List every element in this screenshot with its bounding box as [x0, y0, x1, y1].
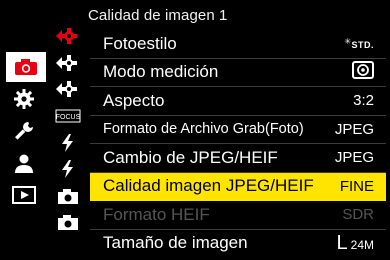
photo-style-standard-icon: ✳STD.: [344, 37, 374, 51]
menu-item-aspecto[interactable]: Aspecto 3:2: [90, 87, 386, 116]
focus-icon: FOCUS: [55, 109, 81, 123]
tab-custom-wrench[interactable]: [6, 116, 42, 146]
tab-setup-gear[interactable]: [6, 84, 42, 114]
menu-item-value: [352, 61, 374, 83]
menu-item-label: Cambio de JPEG/HEIF: [103, 147, 278, 167]
menu-item-fotoestilo[interactable]: Fotoestilo ✳STD.: [90, 30, 386, 59]
subtab-flash-2[interactable]: [53, 156, 83, 183]
menu-item-label: Formato HEIF: [103, 204, 210, 224]
menu-item-label: Tamaño de imagen: [103, 233, 248, 253]
camera-menu-screen: Calidad de imagen 1 FOCUS Fotoestilo ✳ST…: [0, 0, 390, 260]
subtab-quality-2[interactable]: [53, 50, 83, 77]
menu-list: Fotoestilo ✳STD. Modo medición Aspecto 3…: [90, 30, 386, 257]
tab-photo[interactable]: [6, 52, 46, 82]
flash-icon: [62, 133, 73, 152]
camera-icon: [15, 59, 37, 75]
tab-my-menu-person[interactable]: [6, 148, 42, 178]
tab-playback[interactable]: [6, 180, 42, 210]
menu-item-value: SDR: [342, 206, 374, 224]
menu-item-formato-archivo[interactable]: Formato de Archivo Grab(Foto) JPEG: [90, 116, 386, 144]
menu-item-label: Formato de Archivo Grab(Foto): [103, 121, 304, 138]
menu-title: Calidad de imagen 1: [88, 7, 228, 24]
menu-item-value: JPEG: [334, 120, 374, 138]
camera-setting-icon: [58, 188, 78, 204]
playback-icon: [12, 186, 36, 204]
subtab-camera-setting[interactable]: [53, 183, 83, 210]
menu-item-label: Aspecto: [103, 90, 165, 110]
subtab-focus[interactable]: FOCUS: [53, 103, 83, 130]
image-size-megapixels: 24M: [350, 237, 374, 252]
photo-quality-3-icon: [56, 81, 77, 98]
menu-item-value: L 24M: [337, 232, 374, 255]
subtab-quality-3[interactable]: [53, 76, 83, 103]
menu-item-calidad-imagen[interactable]: Calidad imagen JPEG/HEIF FINE: [90, 172, 386, 201]
metering-multiple-icon: [352, 61, 374, 80]
menu-item-value: ✳STD.: [344, 35, 374, 52]
subtab-flash[interactable]: [53, 129, 83, 156]
photo-quality-2-icon: [56, 54, 77, 71]
wrench-icon: [15, 122, 33, 140]
menu-item-label: Modo medición: [103, 62, 219, 82]
image-size-letter: L: [336, 231, 348, 254]
focus-icon-label: FOCUS: [56, 114, 81, 121]
camera-setting-2-icon: [58, 215, 78, 231]
menu-item-value: 3:2: [353, 92, 374, 110]
menu-item-tamano-imagen[interactable]: Tamaño de imagen L 24M: [90, 230, 386, 258]
menu-item-value: JPEG: [334, 149, 374, 167]
menu-item-label: Fotoestilo: [103, 33, 177, 53]
main-tab-column: [6, 52, 48, 212]
subtab-quality-1[interactable]: [53, 23, 83, 50]
sub-tab-column: FOCUS: [53, 23, 83, 236]
gear-icon: [14, 89, 34, 109]
flash-2-icon: [62, 160, 73, 179]
menu-item-modo-medicion[interactable]: Modo medición: [90, 59, 386, 87]
menu-item-formato-heif: Formato HEIF SDR: [90, 201, 386, 230]
menu-item-value: FINE: [339, 177, 374, 195]
photo-quality-1-icon: [56, 28, 77, 45]
menu-item-cambio-jpeg-heif[interactable]: Cambio de JPEG/HEIF JPEG: [90, 144, 386, 173]
subtab-camera-setting-2[interactable]: [53, 209, 83, 236]
menu-item-label: Calidad imagen JPEG/HEIF: [103, 176, 314, 196]
person-icon: [15, 154, 33, 173]
